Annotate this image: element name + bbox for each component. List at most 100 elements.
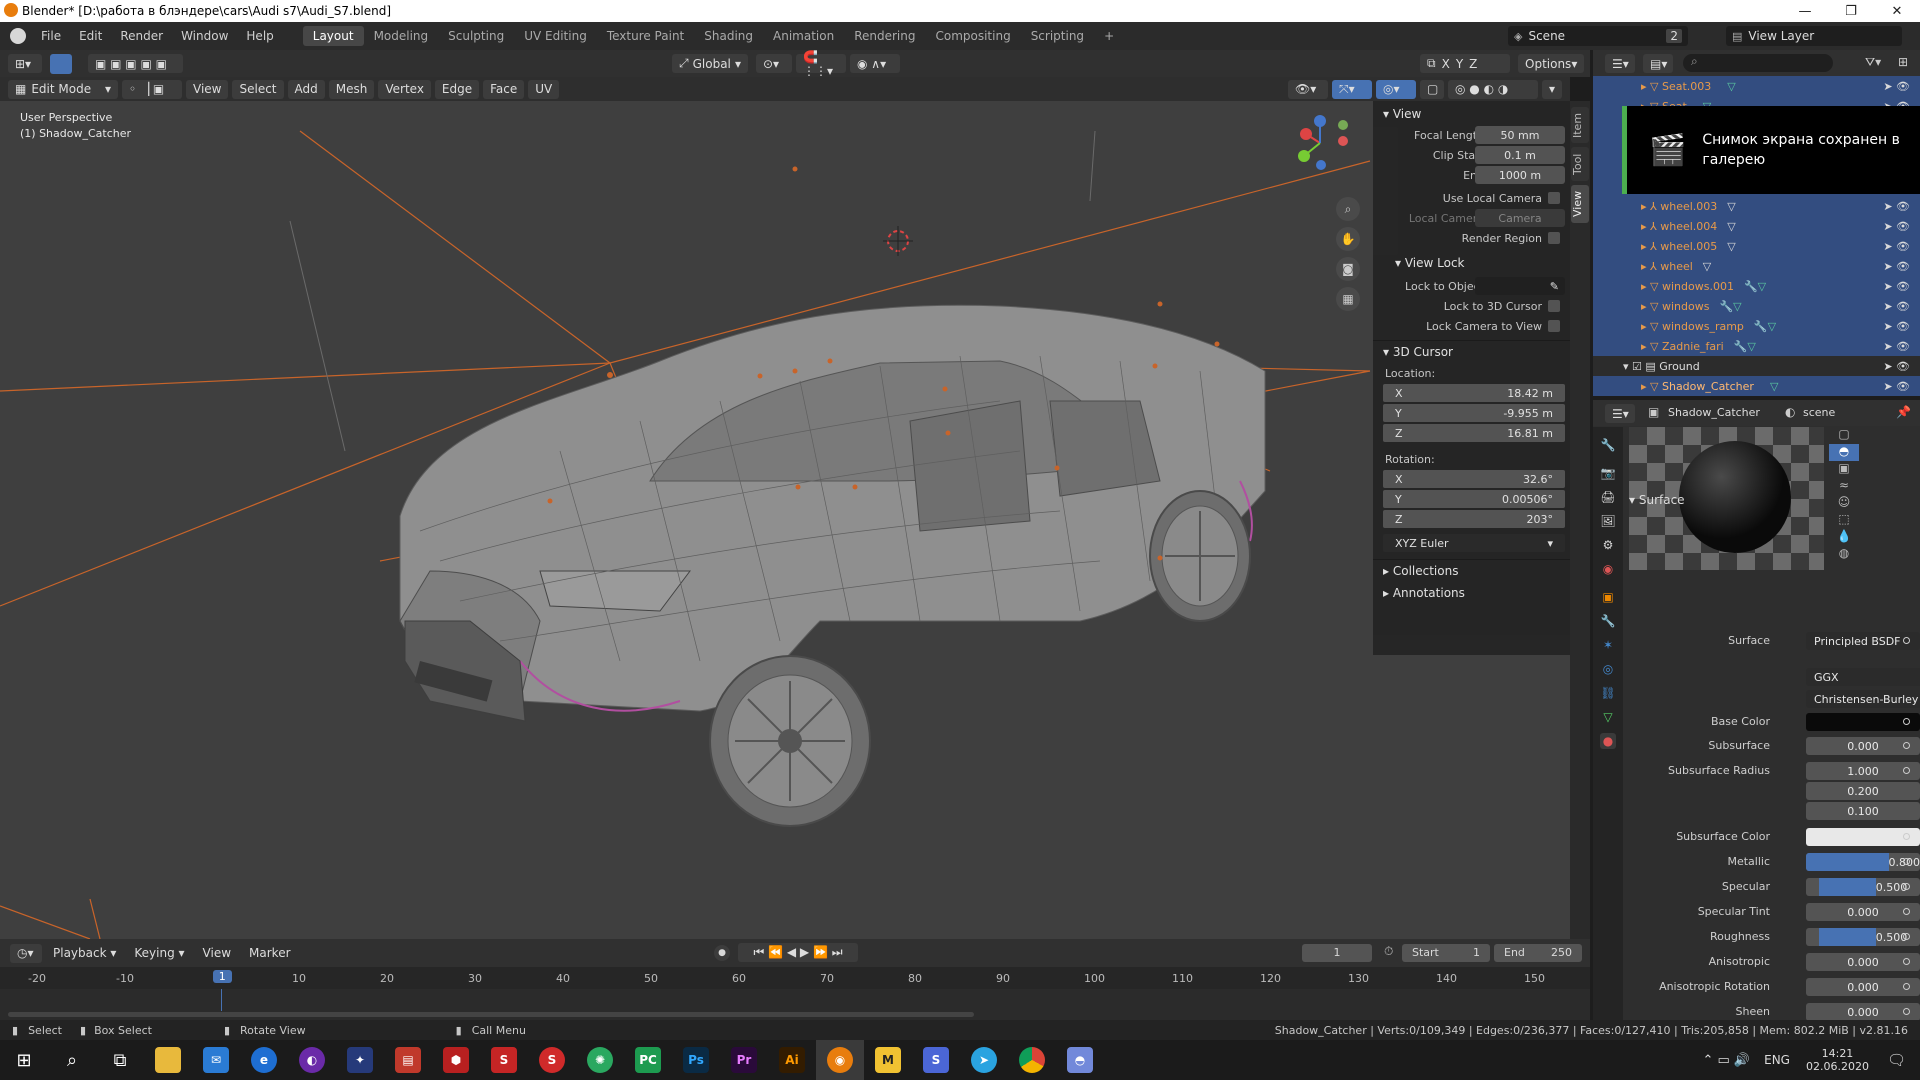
- mirror-y[interactable]: Y: [1456, 57, 1463, 71]
- windows-start-icon[interactable]: ⊞: [0, 1040, 48, 1080]
- timeline-menu-marker[interactable]: Marker: [242, 944, 297, 963]
- snapping-toggle[interactable]: 🧲 ⋮⋮▾: [796, 50, 846, 78]
- outliner-row[interactable]: ▸ ▽ windows_ramp 🔧▽ ➤ 👁: [1593, 316, 1920, 336]
- notifications-icon[interactable]: 🗨: [1887, 1051, 1906, 1069]
- outliner-row[interactable]: ▸ ▽ Shadow_Catcher ▽ ➤ 👁: [1593, 376, 1920, 396]
- end-frame-field[interactable]: End 250: [1494, 944, 1582, 962]
- local-camera-field[interactable]: Camera: [1475, 209, 1565, 227]
- app-purple-icon[interactable]: ◐: [288, 1040, 336, 1080]
- discord-icon[interactable]: ◓: [1056, 1040, 1104, 1080]
- tab-compositing[interactable]: Compositing: [925, 26, 1020, 46]
- cursor-location-y-field[interactable]: Y -9.955 m: [1383, 404, 1565, 422]
- app-s2-icon[interactable]: S: [528, 1040, 576, 1080]
- node-link-icon[interactable]: [1903, 637, 1910, 644]
- render-region-checkbox[interactable]: [1548, 232, 1560, 244]
- outliner-search-input[interactable]: ⌕: [1683, 54, 1833, 72]
- particles-tab-icon[interactable]: ✶: [1600, 637, 1616, 653]
- premiere-icon[interactable]: Pr: [720, 1040, 768, 1080]
- clock[interactable]: 14:21 02.06.2020: [1806, 1047, 1869, 1073]
- tab-shading[interactable]: Shading: [694, 26, 763, 46]
- editor-type-button[interactable]: ⊞▾: [8, 54, 42, 73]
- physics-tab-icon[interactable]: ◎: [1600, 661, 1616, 677]
- menu-window[interactable]: Window: [172, 29, 237, 43]
- illustrator-icon[interactable]: Ai: [768, 1040, 816, 1080]
- cursor-location-z-field[interactable]: Z 16.81 m: [1383, 424, 1565, 442]
- view-lock-header[interactable]: ▾ View Lock: [1373, 252, 1570, 274]
- modifier-tab-icon[interactable]: 🔧: [1600, 613, 1616, 629]
- select-mode-buttons[interactable]: ▣ ▣ ▣ ▣ ▣: [88, 54, 183, 73]
- minimize-button[interactable]: —: [1782, 0, 1828, 22]
- ortho-grid-icon[interactable]: ▦: [1336, 287, 1360, 311]
- eye-icon[interactable]: ➤ 👁: [1883, 260, 1910, 273]
- cursor-location-x-field[interactable]: X 18.42 m: [1383, 384, 1565, 402]
- select-tool-icon[interactable]: [50, 54, 72, 74]
- app-m-icon[interactable]: M: [864, 1040, 912, 1080]
- eye-icon[interactable]: ➤ 👁: [1883, 240, 1910, 253]
- tool-tab-icon[interactable]: 🔧: [1600, 437, 1616, 453]
- options-dropdown[interactable]: Options ▾: [1518, 54, 1584, 73]
- node-link-icon[interactable]: [1903, 983, 1910, 990]
- lock-camera-checkbox[interactable]: [1548, 320, 1560, 332]
- outliner-row[interactable]: ▾ ☑ ▤ Ground ➤ 👁: [1593, 356, 1920, 376]
- app-green-icon[interactable]: ✺: [576, 1040, 624, 1080]
- camera-view-icon[interactable]: ◙: [1336, 257, 1360, 281]
- outliner-row[interactable]: ▸ ▽ Seat.003 ▽ ➤ 👁: [1593, 76, 1920, 96]
- lock-3d-cursor-checkbox[interactable]: [1548, 300, 1560, 312]
- eye-icon[interactable]: ➤ 👁: [1883, 360, 1910, 373]
- photoshop-icon[interactable]: Ps: [672, 1040, 720, 1080]
- mail-icon[interactable]: ✉: [192, 1040, 240, 1080]
- view-layer-selector[interactable]: ▤ View Layer: [1726, 26, 1902, 46]
- start-frame-field[interactable]: Start 1: [1402, 944, 1490, 962]
- cursor-rotation-z-field[interactable]: Z 203°: [1383, 510, 1565, 528]
- app-s3-icon[interactable]: S: [912, 1040, 960, 1080]
- clip-end-field[interactable]: 1000 m: [1475, 166, 1565, 184]
- outliner-row[interactable]: ▸ ▽ Zadnie_fari 🔧▽ ➤ 👁: [1593, 336, 1920, 356]
- menu-edit[interactable]: Edit: [70, 29, 111, 43]
- zoom-icon[interactable]: ⌕: [1336, 197, 1360, 221]
- timeline-menu-view[interactable]: View: [196, 944, 238, 963]
- material-property-field[interactable]: 0.200: [1806, 782, 1920, 800]
- timeline-menu-playback[interactable]: Playback ▾: [46, 944, 123, 963]
- surface-panel-header[interactable]: ▾ Surface: [1629, 489, 1920, 511]
- tab-sculpting[interactable]: Sculpting: [438, 26, 514, 46]
- viewport-menu-face[interactable]: Face: [483, 79, 525, 99]
- app-red2-icon[interactable]: ⬢: [432, 1040, 480, 1080]
- annotations-header[interactable]: ▸ Annotations: [1373, 582, 1570, 604]
- tab-item[interactable]: Item: [1571, 107, 1589, 143]
- tab-modeling[interactable]: Modeling: [364, 26, 439, 46]
- node-link-icon[interactable]: [1903, 767, 1910, 774]
- node-link-icon[interactable]: [1903, 908, 1910, 915]
- task-view-icon[interactable]: ⧉: [96, 1040, 144, 1080]
- material-tab-icon[interactable]: ●: [1600, 733, 1616, 749]
- tab-view[interactable]: View: [1571, 185, 1589, 223]
- blender-taskbar-icon[interactable]: ◉: [816, 1040, 864, 1080]
- eye-icon[interactable]: ➤ 👁: [1883, 380, 1910, 393]
- render-tab-icon[interactable]: 📷: [1600, 465, 1616, 481]
- filter-icon[interactable]: ⛛▾: [1865, 55, 1881, 70]
- constraints-tab-icon[interactable]: ⛓: [1600, 685, 1616, 701]
- node-link-icon[interactable]: [1903, 742, 1910, 749]
- overlays-toggle[interactable]: ◎▾: [1376, 79, 1416, 99]
- selection-mode-buttons[interactable]: ◦ ▕ ▣: [122, 79, 182, 99]
- cursor-rotation-x-field[interactable]: X 32.6°: [1383, 470, 1565, 488]
- stopwatch-icon[interactable]: ⏱: [1384, 944, 1393, 959]
- subsurface-method-dropdown[interactable]: Christensen-Burley: [1806, 690, 1920, 708]
- viewport-menu-select[interactable]: Select: [232, 79, 284, 99]
- app-logo-icon[interactable]: ✦: [336, 1040, 384, 1080]
- tab-layout[interactable]: Layout: [302, 26, 364, 46]
- viewport-visibility-dropdown[interactable]: 👁▾: [1288, 79, 1328, 99]
- menu-file[interactable]: File: [32, 29, 70, 43]
- eye-icon[interactable]: ➤ 👁: [1883, 80, 1910, 93]
- outliner-row[interactable]: ▸ ⅄ wheel.004 ▽ ➤ 👁: [1593, 216, 1920, 236]
- tab-uv-editing[interactable]: UV Editing: [514, 26, 597, 46]
- node-link-icon[interactable]: [1903, 933, 1910, 940]
- shading-options-dropdown[interactable]: ▾: [1542, 79, 1562, 99]
- transform-orientation-dropdown[interactable]: ⤢ Global ▾: [672, 54, 748, 73]
- menu-render[interactable]: Render: [111, 29, 172, 43]
- search-icon[interactable]: ⌕: [48, 1040, 96, 1080]
- material-property-field[interactable]: 0.100: [1806, 802, 1920, 820]
- xray-toggle[interactable]: ▢: [1420, 79, 1444, 99]
- proportional-editing-toggle[interactable]: ◉ ∧▾: [850, 54, 900, 73]
- node-link-icon[interactable]: [1903, 1008, 1910, 1015]
- distribution-dropdown[interactable]: GGX: [1806, 668, 1920, 686]
